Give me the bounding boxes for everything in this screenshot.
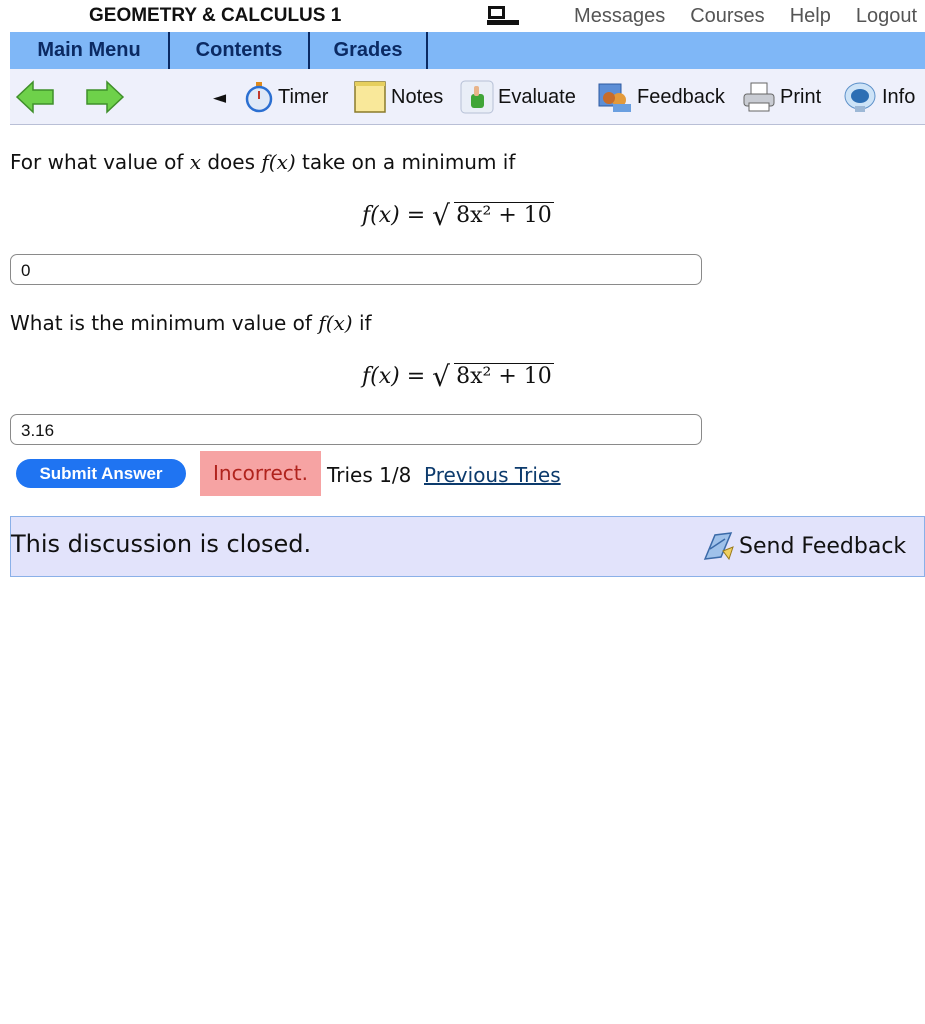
answer-input-2[interactable]: 3.16: [10, 414, 702, 445]
courses-link[interactable]: Courses: [690, 5, 764, 28]
messages-link[interactable]: Messages: [574, 5, 665, 28]
course-title: GEOMETRY & CALCULUS 1: [89, 5, 342, 26]
top-links: Messages Courses Help Logout: [574, 5, 917, 28]
evaluate-button[interactable]: Evaluate: [460, 79, 576, 115]
notes-button[interactable]: Notes: [353, 79, 443, 115]
back-arrow-icon[interactable]: [15, 79, 55, 115]
status-badge: Incorrect.: [200, 451, 321, 496]
question-1-formula: f(x) = √ 8x² + 10: [362, 199, 554, 232]
evaluate-label: Evaluate: [498, 85, 576, 108]
question-1-text: For what value of x does f(x) take on a …: [10, 150, 516, 174]
feedback-button[interactable]: Feedback: [597, 79, 725, 115]
timer-button[interactable]: Timer: [244, 79, 328, 115]
printer-icon: [743, 82, 775, 112]
info-label: Info: [882, 85, 916, 108]
stopwatch-icon: [245, 82, 273, 113]
send-feedback-label: Send Feedback: [739, 533, 907, 559]
feedback-icon: [598, 83, 631, 112]
print-button[interactable]: Print: [742, 79, 821, 115]
discussion-panel: This discussion is closed. Send Feedback: [10, 516, 925, 577]
question-2-text: What is the minimum value of f(x) if: [10, 311, 372, 335]
discussion-status: This discussion is closed.: [11, 530, 312, 558]
collapse-arrow-icon[interactable]: ◄: [213, 88, 226, 108]
previous-tries-link[interactable]: Previous Tries: [424, 463, 561, 487]
help-link[interactable]: Help: [790, 5, 831, 28]
tab-main-menu[interactable]: Main Menu: [10, 32, 170, 69]
notes-label: Notes: [391, 85, 444, 108]
feedback-label: Feedback: [637, 85, 725, 108]
main-nav: Main Menu Contents Grades: [10, 32, 925, 69]
print-label: Print: [780, 85, 822, 108]
computer-icon[interactable]: [487, 5, 521, 27]
thumbs-up-icon: [460, 80, 494, 114]
info-button[interactable]: Info: [842, 79, 915, 115]
send-feedback-button[interactable]: Send Feedback: [701, 529, 906, 563]
forward-arrow-icon[interactable]: [85, 79, 125, 115]
top-header: GEOMETRY & CALCULUS 1 Messages Courses H…: [0, 0, 925, 32]
answer-input-1[interactable]: 0: [10, 254, 702, 285]
info-icon: [844, 82, 876, 112]
logout-link[interactable]: Logout: [856, 5, 917, 28]
tab-grades[interactable]: Grades: [310, 32, 428, 69]
timer-label: Timer: [278, 85, 329, 108]
square-root: √ 8x² + 10: [432, 199, 554, 232]
tab-contents[interactable]: Contents: [170, 32, 310, 69]
question-2-formula: f(x) = √ 8x² + 10: [362, 360, 554, 393]
square-root: √ 8x² + 10: [432, 360, 554, 393]
send-feedback-icon: [703, 532, 734, 561]
toolbar: ◄ Timer Notes Evaluate Feedback Print In…: [10, 69, 925, 125]
notepad-icon: [354, 81, 386, 113]
submit-answer-button[interactable]: Submit Answer: [16, 459, 186, 488]
tries-count: Tries 1/8: [327, 463, 412, 487]
